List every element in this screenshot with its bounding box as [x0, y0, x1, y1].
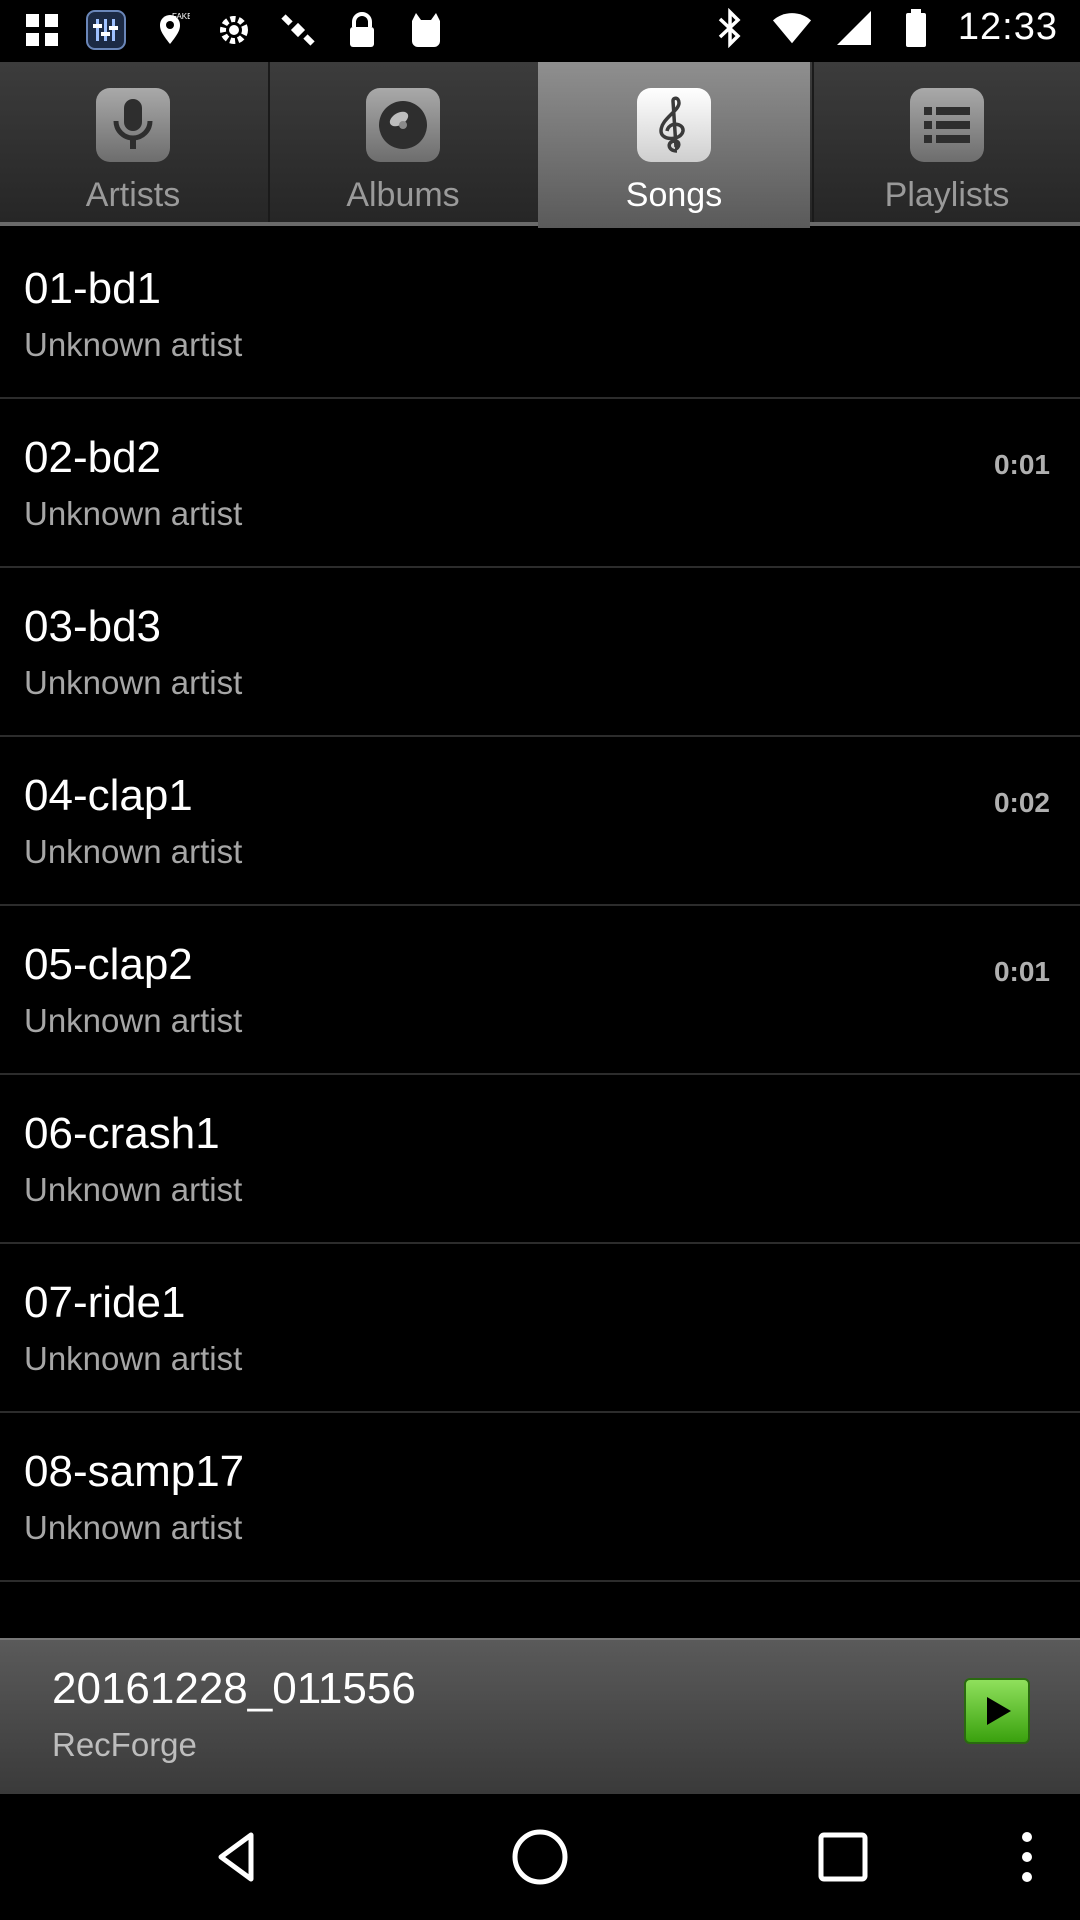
treble-clef-icon [637, 88, 711, 162]
home-button[interactable] [500, 1817, 580, 1897]
tab-songs[interactable]: Songs [538, 62, 810, 228]
play-button[interactable] [964, 1678, 1030, 1744]
song-title: 06-crash1 [24, 1109, 220, 1158]
song-title: 03-bd3 [24, 602, 162, 651]
disc-icon [366, 88, 440, 162]
song-title: 02-bd2 [24, 433, 162, 482]
battery-icon [896, 8, 936, 48]
signal-icon [834, 8, 874, 48]
microphone-icon [96, 88, 170, 162]
grid-app-icon [22, 10, 62, 50]
song-artist: Unknown artist [24, 664, 243, 701]
tab-albums[interactable]: Albums [270, 62, 536, 222]
song-title: 08-samp17 [24, 1447, 245, 1496]
song-title: 05-clap2 [24, 940, 193, 989]
song-row[interactable]: 06-crash1 Unknown artist [0, 1075, 1080, 1244]
fake-gps-icon: FAKE [150, 10, 190, 50]
song-row[interactable]: 01-bd1 Unknown artist [0, 230, 1080, 399]
overflow-menu-icon [1022, 1832, 1032, 1882]
home-icon [512, 1829, 568, 1885]
song-title: 04-clap1 [24, 771, 193, 820]
tab-label: Albums [346, 176, 460, 214]
tab-label: Artists [85, 176, 181, 214]
svg-text:FAKE: FAKE [172, 12, 190, 21]
song-row[interactable]: 04-clap1 Unknown artist 0:02 [0, 737, 1080, 906]
now-playing-bar[interactable]: 20161228_011556 RecForge [0, 1638, 1080, 1794]
bluetooth-icon [710, 7, 750, 48]
back-button[interactable] [197, 1817, 277, 1897]
now-playing-artist: RecForge [52, 1726, 197, 1763]
wifi-icon [772, 8, 812, 48]
back-icon [218, 1832, 254, 1882]
tab-playlists[interactable]: Playlists [814, 62, 1080, 222]
song-artist: Unknown artist [24, 1171, 243, 1208]
satellite-icon [278, 10, 318, 50]
overflow-menu-button[interactable] [987, 1817, 1067, 1897]
song-duration: 0:02 [993, 787, 1050, 818]
cat-app-icon [406, 10, 446, 50]
play-icon [987, 1697, 1011, 1725]
tab-artists[interactable]: Artists [0, 62, 266, 222]
song-title: 01-bd1 [24, 264, 162, 313]
song-artist: Unknown artist [24, 495, 243, 532]
list-icon [910, 88, 984, 162]
song-row[interactable]: 05-clap2 Unknown artist 0:01 [0, 906, 1080, 1075]
now-playing-title: 20161228_011556 [52, 1664, 416, 1713]
song-list: 01-bd1 Unknown artist 02-bd2 Unknown art… [0, 230, 1080, 1582]
song-row[interactable]: 02-bd2 Unknown artist 0:01 [0, 399, 1080, 568]
tab-label: Songs [625, 176, 723, 214]
song-title: 07-ride1 [24, 1278, 186, 1327]
song-artist: Unknown artist [24, 1002, 243, 1039]
library-tab-bar: Artists Albums Songs Playlists [0, 62, 1080, 228]
song-row[interactable]: 03-bd3 Unknown artist [0, 568, 1080, 737]
song-duration: 0:01 [993, 449, 1050, 480]
tab-label: Playlists [884, 176, 1010, 214]
song-artist: Unknown artist [24, 1509, 243, 1546]
lock-icon [342, 10, 382, 50]
equalizer-app-icon [86, 10, 126, 50]
song-row[interactable]: 07-ride1 Unknown artist [0, 1244, 1080, 1413]
settings-gear-icon [214, 10, 254, 50]
song-artist: Unknown artist [24, 326, 243, 363]
song-duration: 0:01 [993, 956, 1050, 987]
system-nav-bar [0, 1794, 1080, 1920]
recents-icon [818, 1832, 868, 1882]
song-artist: Unknown artist [24, 1340, 243, 1377]
song-row[interactable]: 08-samp17 Unknown artist [0, 1413, 1080, 1582]
status-bar: FAKE 12:33 [0, 0, 1080, 62]
recents-button[interactable] [803, 1817, 883, 1897]
clock: 12:33 [957, 6, 1058, 48]
song-artist: Unknown artist [24, 833, 243, 870]
